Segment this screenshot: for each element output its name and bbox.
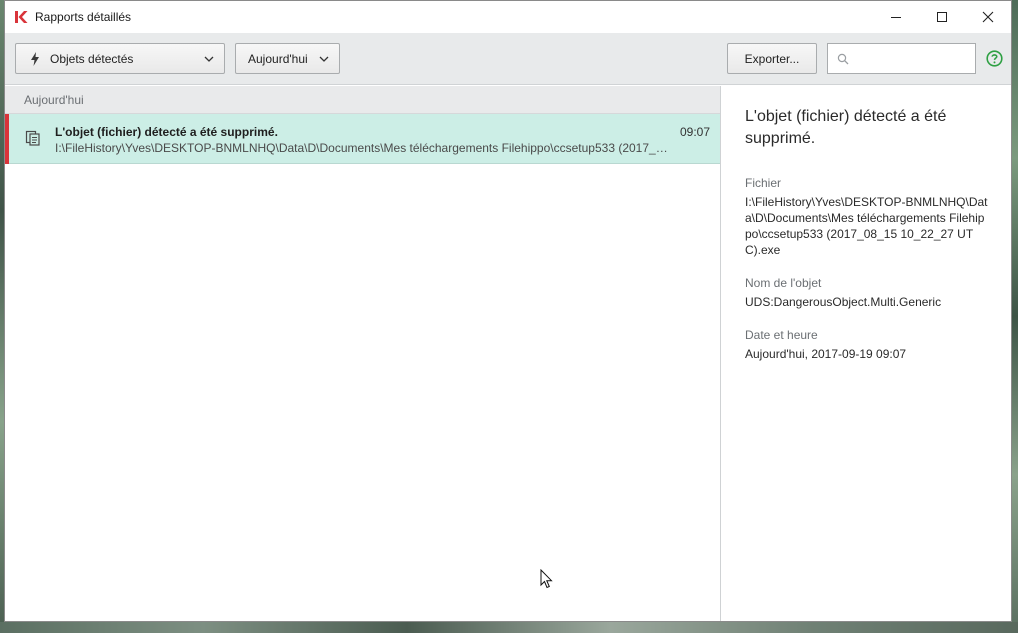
maximize-button[interactable] [919, 1, 965, 33]
minimize-button[interactable] [873, 1, 919, 33]
help-button[interactable] [986, 50, 1003, 67]
toolbar: Objets détectés Aujourd'hui Exporter... [5, 33, 1011, 85]
detail-field-object-name: Nom de l'objet UDS:DangerousObject.Multi… [745, 276, 989, 310]
bolt-icon [30, 51, 40, 66]
content-area: Aujourd'hui L'objet (fichier) détecté a … [5, 86, 1011, 621]
table-row[interactable]: L'objet (fichier) détecté a été supprimé… [5, 114, 720, 164]
search-icon [837, 53, 849, 65]
reports-window: Rapports détaillés Objets détectés Aujou [4, 0, 1012, 622]
mouse-cursor-icon [540, 568, 554, 592]
date-dropdown-label: Aujourd'hui [248, 51, 308, 66]
field-label: Fichier [745, 176, 782, 190]
field-value: UDS:DangerousObject.Multi.Generic [745, 295, 942, 309]
kaspersky-logo-icon [13, 9, 29, 25]
severity-marker [5, 114, 9, 164]
search-box[interactable] [827, 43, 1010, 74]
detail-pane: L'objet (fichier) détecté a été supprimé… [722, 86, 1011, 621]
export-button[interactable]: Exporter... [727, 43, 817, 74]
desktop-background-bottom [0, 622, 1018, 633]
date-dropdown[interactable]: Aujourd'hui [235, 43, 340, 74]
chevron-down-icon [204, 56, 214, 62]
row-title: L'objet (fichier) détecté a été supprimé… [55, 125, 278, 139]
group-header: Aujourd'hui [5, 86, 720, 114]
close-button[interactable] [965, 1, 1011, 33]
field-value: Aujourd'hui, 2017-09-19 09:07 [745, 347, 907, 361]
help-icon [986, 50, 1003, 67]
field-label: Nom de l'objet [745, 276, 822, 290]
row-path: I:\FileHistory\Yves\DESKTOP-BNMLNHQ\Data… [55, 141, 671, 155]
maximize-icon [937, 12, 947, 22]
window-controls [873, 1, 1011, 33]
detail-title: L'objet (fichier) détecté a été supprimé… [745, 108, 947, 147]
filter-dropdown-label: Objets détectés [50, 51, 134, 66]
chevron-down-icon [319, 56, 329, 62]
field-value: I:\FileHistory\Yves\DESKTOP-BNMLNHQ\Data… [745, 195, 988, 257]
close-icon [982, 11, 994, 23]
events-list[interactable]: Aujourd'hui L'objet (fichier) détecté a … [5, 86, 721, 621]
window-title: Rapports détaillés [35, 10, 132, 24]
detail-field-file: Fichier I:\FileHistory\Yves\DESKTOP-BNML… [745, 176, 989, 258]
title-bar[interactable]: Rapports détaillés [5, 1, 1011, 33]
field-label: Date et heure [745, 328, 818, 342]
row-time: 09:07 [679, 125, 710, 139]
minimize-icon [891, 17, 901, 18]
filter-dropdown[interactable]: Objets détectés [15, 43, 225, 74]
files-icon [25, 130, 41, 146]
desktop-background-right [1012, 0, 1018, 633]
detail-field-datetime: Date et heure Aujourd'hui, 2017-09-19 09… [745, 328, 989, 362]
